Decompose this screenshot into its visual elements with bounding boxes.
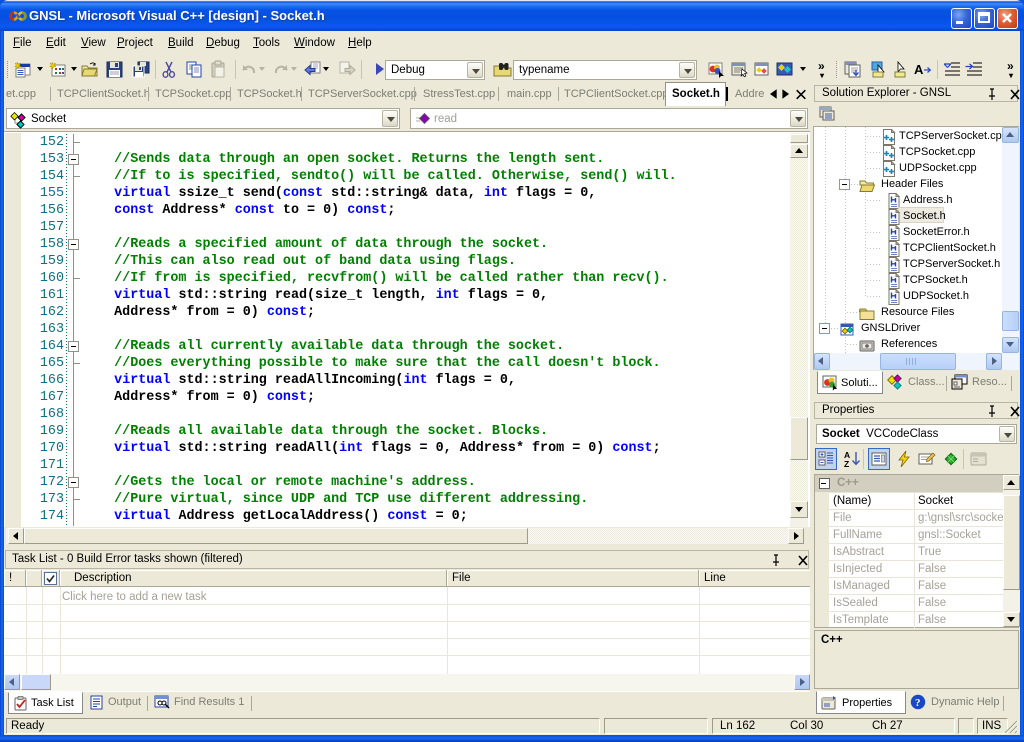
svg-text:Z: Z	[844, 459, 849, 468]
svg-text:?: ?	[915, 697, 921, 709]
svg-text:A: A	[914, 62, 924, 77]
